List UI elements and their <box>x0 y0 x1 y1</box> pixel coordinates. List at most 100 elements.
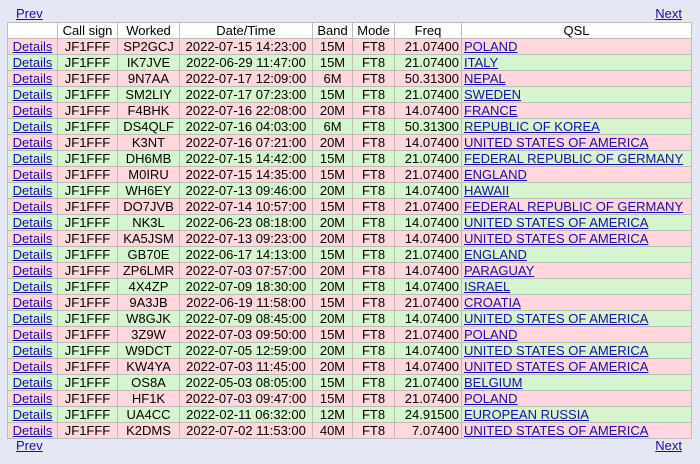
qsl-link-cell: UNITED STATES OF AMERICA <box>461 342 692 359</box>
qsl-link[interactable]: UNITED STATES OF AMERICA <box>464 424 648 438</box>
details-link[interactable]: Details <box>13 40 53 54</box>
details-link[interactable]: Details <box>13 408 53 422</box>
details-link[interactable]: Details <box>13 376 53 390</box>
qsl-link[interactable]: UNITED STATES OF AMERICA <box>464 136 648 150</box>
qsl-link[interactable]: EUROPEAN RUSSIA <box>464 408 589 422</box>
qsl-link[interactable]: REPUBLIC OF KOREA <box>464 120 600 134</box>
worked-cell: UA4CC <box>117 406 180 423</box>
qsl-link-cell: UNITED STATES OF AMERICA <box>461 134 692 151</box>
details-link[interactable]: Details <box>13 232 53 246</box>
details-link[interactable]: Details <box>13 360 53 374</box>
worked-cell: 3Z9W <box>117 326 180 343</box>
details-link[interactable]: Details <box>13 280 53 294</box>
qsl-link[interactable]: ENGLAND <box>464 168 527 182</box>
table-row: Details JF1FFF W8GJK 2022-07-09 08:45:00 20M… <box>7 310 692 327</box>
mode-cell: FT8 <box>352 422 395 439</box>
details-link[interactable]: Details <box>13 184 53 198</box>
band-cell: 20M <box>312 310 353 327</box>
details-link[interactable]: Details <box>13 120 53 134</box>
datetime-cell: 2022-07-13 09:23:00 <box>179 230 313 247</box>
details-link[interactable]: Details <box>13 72 53 86</box>
call-sign-cell: JF1FFF <box>57 214 118 231</box>
band-cell: 20M <box>312 358 353 375</box>
band-cell: 6M <box>312 70 353 87</box>
mode-cell: FT8 <box>352 118 395 135</box>
prev-link-bottom[interactable]: Prev <box>16 438 43 454</box>
worked-cell: K2DMS <box>117 422 180 439</box>
freq-cell: 14.07400 <box>394 358 462 375</box>
details-link-cell: Details <box>7 150 58 167</box>
qsl-link[interactable]: SWEDEN <box>464 88 521 102</box>
qsl-link[interactable]: HAWAII <box>464 184 509 198</box>
details-link[interactable]: Details <box>13 296 53 310</box>
freq-cell: 14.07400 <box>394 102 462 119</box>
mode-cell: FT8 <box>352 150 395 167</box>
qsl-link[interactable]: ISRAEL <box>464 280 510 294</box>
qsl-link[interactable]: FEDERAL REPUBLIC OF GERMANY <box>464 200 683 214</box>
qsl-link[interactable]: UNITED STATES OF AMERICA <box>464 360 648 374</box>
details-link[interactable]: Details <box>13 312 53 326</box>
datetime-cell: 2022-07-09 08:45:00 <box>179 310 313 327</box>
mode-cell: FT8 <box>352 342 395 359</box>
next-link-bottom[interactable]: Next <box>655 438 682 454</box>
qsl-link[interactable]: POLAND <box>464 40 517 54</box>
header-datetime: Date/Time <box>179 22 313 39</box>
next-link-top[interactable]: Next <box>655 6 682 22</box>
qsl-link[interactable]: UNITED STATES OF AMERICA <box>464 344 648 358</box>
call-sign-cell: JF1FFF <box>57 374 118 391</box>
qsl-link[interactable]: POLAND <box>464 392 517 406</box>
worked-cell: F4BHK <box>117 102 180 119</box>
mode-cell: FT8 <box>352 358 395 375</box>
details-link[interactable]: Details <box>13 168 53 182</box>
qsl-link[interactable]: CROATIA <box>464 296 521 310</box>
band-cell: 15M <box>312 198 353 215</box>
details-link[interactable]: Details <box>13 344 53 358</box>
qsl-link-cell: REPUBLIC OF KOREA <box>461 118 692 135</box>
qsl-link[interactable]: UNITED STATES OF AMERICA <box>464 312 648 326</box>
qsl-link[interactable]: UNITED STATES OF AMERICA <box>464 216 648 230</box>
call-sign-cell: JF1FFF <box>57 150 118 167</box>
freq-cell: 21.07400 <box>394 374 462 391</box>
datetime-cell: 2022-07-17 07:23:00 <box>179 86 313 103</box>
qsl-link[interactable]: POLAND <box>464 328 517 342</box>
qsl-link[interactable]: PARAGUAY <box>464 264 534 278</box>
qsl-link-cell: PARAGUAY <box>461 262 692 279</box>
qsl-link-cell: SWEDEN <box>461 86 692 103</box>
qsl-link[interactable]: FRANCE <box>464 104 517 118</box>
details-link[interactable]: Details <box>13 424 53 438</box>
mode-cell: FT8 <box>352 134 395 151</box>
details-link[interactable]: Details <box>13 56 53 70</box>
table-row: Details JF1FFF F4BHK 2022-07-16 22:08:00 20M… <box>7 102 692 119</box>
qsl-link-cell: ISRAEL <box>461 278 692 295</box>
details-link[interactable]: Details <box>13 248 53 262</box>
details-link[interactable]: Details <box>13 88 53 102</box>
qsl-link[interactable]: ITALY <box>464 56 498 70</box>
qsl-link[interactable]: UNITED STATES OF AMERICA <box>464 232 648 246</box>
header-band: Band <box>312 22 353 39</box>
worked-cell: IK7JVE <box>117 54 180 71</box>
call-sign-cell: JF1FFF <box>57 102 118 119</box>
details-link[interactable]: Details <box>13 264 53 278</box>
call-sign-cell: JF1FFF <box>57 310 118 327</box>
details-link[interactable]: Details <box>13 216 53 230</box>
details-link[interactable]: Details <box>13 136 53 150</box>
table-row: Details JF1FFF KW4YA 2022-07-03 11:45:00 20M… <box>7 358 692 375</box>
details-link[interactable]: Details <box>13 392 53 406</box>
qsl-link[interactable]: NEPAL <box>464 72 506 86</box>
qsl-link-cell: NEPAL <box>461 70 692 87</box>
qsl-link[interactable]: ENGLAND <box>464 248 527 262</box>
table-row: Details JF1FFF KA5JSM 2022-07-13 09:23:00 20… <box>7 230 692 247</box>
details-link[interactable]: Details <box>13 200 53 214</box>
table-row: Details JF1FFF DO7JVB 2022-07-14 10:57:00 15… <box>7 198 692 215</box>
qsl-link[interactable]: FEDERAL REPUBLIC OF GERMANY <box>464 152 683 166</box>
mode-cell: FT8 <box>352 38 395 55</box>
qsl-link[interactable]: BELGIUM <box>464 376 523 390</box>
details-link[interactable]: Details <box>13 152 53 166</box>
band-cell: 12M <box>312 406 353 423</box>
prev-link-top[interactable]: Prev <box>16 6 43 22</box>
details-link[interactable]: Details <box>13 328 53 342</box>
band-cell: 40M <box>312 422 353 439</box>
table-row: Details JF1FFF WH6EY 2022-07-13 09:46:00 20M… <box>7 182 692 199</box>
details-link[interactable]: Details <box>13 104 53 118</box>
freq-cell: 14.07400 <box>394 342 462 359</box>
